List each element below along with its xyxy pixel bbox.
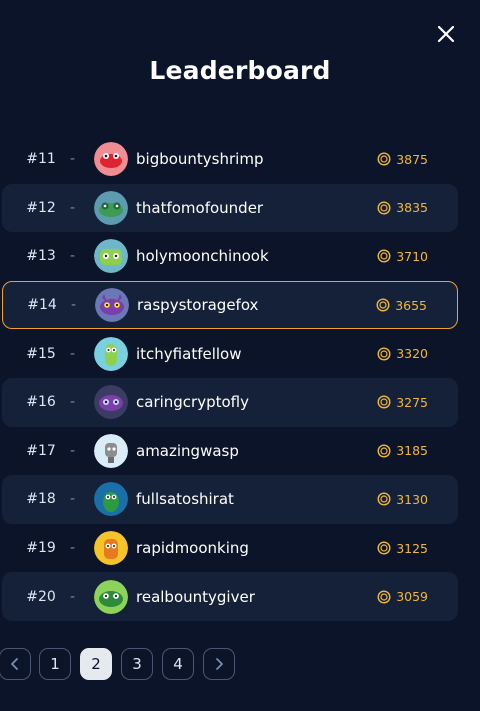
score: 3320: [377, 329, 428, 378]
coin-icon: [377, 395, 391, 409]
avatar: [94, 531, 128, 566]
score-value: 3059: [396, 589, 428, 605]
score-value: 3130: [396, 491, 428, 507]
page-button-3[interactable]: 3: [121, 648, 153, 680]
avatar: [94, 482, 128, 517]
leaderboard-row: #19 - rapidmoonking 3125: [2, 524, 458, 573]
separator: -: [70, 491, 76, 508]
score-value: 3875: [396, 151, 428, 167]
separator: -: [70, 151, 76, 168]
leaderboard-row: #13 - holymoonchinook 3710: [2, 232, 458, 281]
score: 3655: [376, 282, 427, 329]
username: raspystoragefox: [137, 296, 259, 315]
page-title: Leaderboard: [149, 56, 331, 85]
avatar: [94, 433, 128, 468]
separator: -: [70, 442, 76, 459]
avatar: [94, 385, 128, 420]
score: 3059: [377, 572, 428, 621]
coin-icon: [376, 298, 390, 312]
username: bigbountyshrimp: [136, 150, 264, 169]
score-value: 3185: [396, 443, 428, 459]
avatar: [94, 336, 128, 371]
avatar: [94, 579, 128, 614]
username: realbountygiver: [136, 587, 255, 606]
prev-page-button[interactable]: [0, 648, 31, 680]
leaderboard-row: #18 - fullsatoshirat 3130: [2, 475, 458, 524]
avatar: [94, 190, 128, 225]
rank-label: #13: [26, 248, 56, 265]
leaderboard-row: #15 - itchyfiatfellow 3320: [2, 329, 458, 378]
leaderboard-row: #16 - caringcryptofly 3275: [2, 377, 458, 427]
separator: -: [71, 297, 77, 314]
leaderboard-row: #17 - amazingwasp 3185: [2, 427, 458, 476]
rank-label: #18: [26, 491, 56, 508]
coin-icon: [377, 152, 391, 166]
separator: -: [70, 199, 76, 216]
username: itchyfiatfellow: [136, 344, 242, 363]
leaderboard-row: #20 - realbountygiver 3059: [2, 572, 458, 621]
score: 3710: [377, 232, 428, 281]
score: 3835: [377, 184, 428, 233]
rank-label: #14: [27, 297, 57, 314]
avatar: [95, 288, 129, 323]
username: thatfomofounder: [136, 198, 264, 217]
avatar: [94, 239, 128, 274]
username: holymoonchinook: [136, 247, 269, 266]
coin-icon: [377, 492, 391, 506]
score-value: 3710: [396, 248, 428, 264]
coin-icon: [377, 444, 391, 458]
chevron-left-icon: [11, 658, 18, 670]
rank-label: #11: [26, 151, 56, 168]
leaderboard-list: #11 - bigbountyshrimp 3875 #12 - thatfom…: [0, 135, 480, 621]
page-button-4[interactable]: 4: [162, 648, 194, 680]
rank-label: #19: [26, 540, 56, 557]
coin-icon: [377, 541, 391, 555]
leaderboard-row: #12 - thatfomofounder 3835: [2, 183, 458, 233]
score: 3125: [377, 524, 428, 573]
username: caringcryptofly: [136, 393, 249, 412]
rank-label: #17: [26, 442, 56, 459]
separator: -: [70, 345, 76, 362]
rank-label: #20: [26, 588, 56, 605]
separator: -: [70, 540, 76, 557]
leaderboard-row-current-user: #14 - raspystoragefox 3655: [2, 280, 458, 330]
leaderboard-row: #11 - bigbountyshrimp 3875: [2, 135, 458, 184]
score-value: 3275: [396, 394, 428, 410]
rank-label: #16: [26, 394, 56, 411]
chevron-right-icon: [216, 658, 223, 670]
page-button-2[interactable]: 2: [80, 648, 112, 680]
coin-icon: [377, 249, 391, 263]
close-button[interactable]: [434, 22, 458, 46]
close-icon: [437, 25, 455, 43]
coin-icon: [377, 590, 391, 604]
score: 3875: [377, 135, 428, 184]
score: 3130: [377, 475, 428, 524]
score: 3185: [377, 427, 428, 476]
avatar: [94, 142, 128, 177]
next-page-button[interactable]: [203, 648, 235, 680]
score-value: 3320: [396, 346, 428, 362]
separator: -: [70, 394, 76, 411]
rank-label: #12: [26, 199, 56, 216]
username: fullsatoshirat: [136, 490, 234, 509]
score-value: 3125: [396, 540, 428, 556]
score-value: 3655: [395, 297, 427, 313]
coin-icon: [377, 201, 391, 215]
rank-label: #15: [26, 345, 56, 362]
separator: -: [70, 588, 76, 605]
score-value: 3835: [396, 200, 428, 216]
coin-icon: [377, 347, 391, 361]
separator: -: [70, 248, 76, 265]
page-button-1[interactable]: 1: [39, 648, 71, 680]
pagination: 1 2 3 4: [0, 648, 480, 682]
score: 3275: [377, 378, 428, 427]
username: amazingwasp: [136, 441, 239, 460]
username: rapidmoonking: [136, 539, 249, 558]
